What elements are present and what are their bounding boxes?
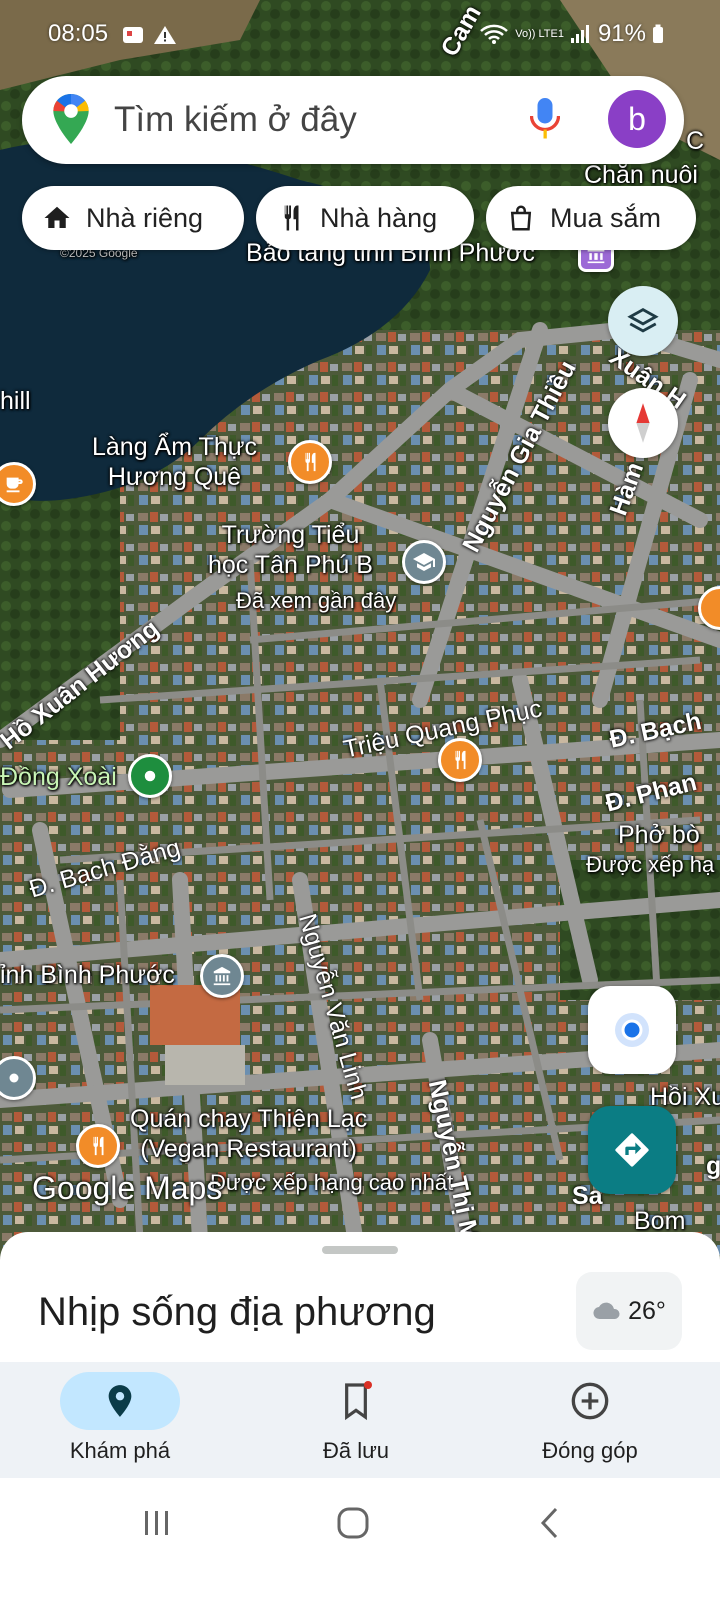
- restaurant-pin-quan-chay[interactable]: [76, 1124, 120, 1168]
- battery-icon: [653, 24, 663, 43]
- nav-explore-indicator: [60, 1372, 180, 1430]
- recent-apps-button[interactable]: [142, 1508, 172, 1543]
- school-pin[interactable]: [402, 540, 446, 584]
- status-time: 08:05: [48, 20, 109, 47]
- avatar[interactable]: b: [608, 90, 666, 148]
- map-label-duoc-xep-hang: Được xếp hạ: [586, 852, 715, 877]
- search-placeholder[interactable]: Tìm kiếm ở đây: [114, 100, 357, 140]
- network-label: Vo)) LTE1: [515, 27, 564, 40]
- home-icon: [44, 206, 70, 228]
- dong-xoai-pin[interactable]: [128, 754, 172, 798]
- school-icon: [413, 553, 435, 571]
- map-label-xep-hang-cao-nhat: Được xếp hạng cao nhất: [210, 1170, 454, 1195]
- chip-shopping-label: Mua sắm: [550, 202, 662, 233]
- status-right-group: Vo)) LTE1 91%: [479, 20, 664, 48]
- map-label-da-xem-gan-day: Đã xem gần đây: [236, 588, 397, 613]
- home-circle-icon: [337, 1507, 369, 1539]
- bottom-navigation: Khám phá Đã lưu Đóng góp: [0, 1362, 720, 1478]
- restaurant-icon: [284, 205, 299, 231]
- location-dot-icon: [615, 1013, 649, 1047]
- google-maps-pin-icon: [52, 94, 90, 149]
- map-label-tinh-binh-phuoc[interactable]: ỉnh Bình Phước: [0, 960, 175, 990]
- nav-saved-label: Đã lưu: [322, 1438, 390, 1463]
- microphone-icon[interactable]: [529, 96, 561, 147]
- fork-knife-icon: [93, 1136, 104, 1156]
- battery-percent: 91%: [597, 20, 646, 47]
- map-label-hill: hill: [0, 387, 31, 415]
- sheet-drag-handle[interactable]: [322, 1246, 398, 1254]
- sheet-title: Nhịp sống địa phương: [38, 1290, 436, 1334]
- chip-home[interactable]: Nhà riêng: [22, 186, 244, 250]
- warning-icon: [153, 26, 176, 44]
- compass-icon: [636, 403, 650, 443]
- cloud-icon: [593, 1302, 620, 1320]
- add-circle-icon: [571, 1382, 609, 1420]
- bottom-sheet[interactable]: Nhịp sống địa phương 26°: [0, 1232, 720, 1362]
- recent-apps-icon: [145, 1511, 168, 1535]
- government-building-icon: [213, 966, 231, 986]
- status-bar: 08:05 Vo)) LTE1 91%: [0, 0, 720, 66]
- fork-knife-icon: [305, 452, 316, 472]
- restaurant-pin-trieu-quang-phuc[interactable]: [438, 738, 482, 782]
- coffee-icon: [6, 477, 23, 493]
- restaurant-pin-lang-am-thuc[interactable]: [288, 440, 332, 484]
- map-label-pho-bo[interactable]: Phở bò: [618, 820, 700, 850]
- nav-explore-label: Khám phá: [69, 1438, 171, 1463]
- bookmark-icon: [345, 1381, 372, 1421]
- my-location-button[interactable]: [588, 986, 676, 1074]
- map-label-truong-tieu-hoc[interactable]: Trường Tiểu học Tân Phú B: [208, 520, 373, 580]
- chip-restaurant-label: Nhà hàng: [320, 202, 438, 233]
- map-label-dong-xoai[interactable]: Đồng Xoài: [0, 762, 117, 792]
- nav-saved-icon-wrap: [296, 1372, 416, 1430]
- street-g: g: [706, 1152, 720, 1180]
- map-label-lang-am-thuc[interactable]: Làng Ẩm Thực Hương Quê: [92, 432, 257, 492]
- nav-contribute-icon-wrap: [530, 1372, 650, 1430]
- temperature: 26°: [628, 1296, 666, 1325]
- layers-icon: [627, 308, 659, 333]
- app-notification-icon: [123, 27, 143, 43]
- back-chevron-icon: [540, 1507, 558, 1539]
- weather-chip[interactable]: 26°: [576, 1272, 682, 1350]
- circle-dot-icon: [144, 770, 156, 782]
- nav-explore[interactable]: Khám phá: [0, 1362, 240, 1478]
- nav-saved[interactable]: Đã lưu: [236, 1362, 476, 1478]
- shopping-bag-icon: [510, 205, 532, 231]
- directions-icon: [615, 1133, 649, 1167]
- compass-button[interactable]: [608, 388, 678, 458]
- explore-pin-icon: [108, 1385, 132, 1417]
- map-label-quan-chay[interactable]: Quán chay Thiện Lạc (Vegan Restaurant): [130, 1104, 367, 1164]
- notification-icons: [122, 24, 177, 52]
- nav-contribute-label: Đóng góp: [542, 1438, 638, 1463]
- chip-restaurant[interactable]: Nhà hàng: [256, 186, 474, 250]
- search-bar[interactable]: Tìm kiếm ở đây b: [22, 76, 684, 164]
- home-button[interactable]: [336, 1506, 370, 1545]
- map-label-c: C: [686, 127, 705, 155]
- signal-icon: [570, 25, 589, 43]
- layers-button[interactable]: [608, 286, 678, 356]
- google-maps-logo: Google Maps: [32, 1170, 223, 1206]
- nav-contribute[interactable]: Đóng góp: [470, 1362, 710, 1478]
- wifi-icon: [480, 24, 509, 44]
- back-button[interactable]: [538, 1506, 562, 1545]
- chip-home-label: Nhà riêng: [86, 202, 204, 233]
- circle-dot-icon: [9, 1073, 19, 1083]
- chip-shopping[interactable]: Mua sắm: [486, 186, 696, 250]
- government-pin[interactable]: [200, 954, 244, 998]
- system-navigation-bar: [0, 1478, 720, 1600]
- directions-button[interactable]: [588, 1106, 676, 1194]
- fork-knife-icon: [455, 750, 466, 770]
